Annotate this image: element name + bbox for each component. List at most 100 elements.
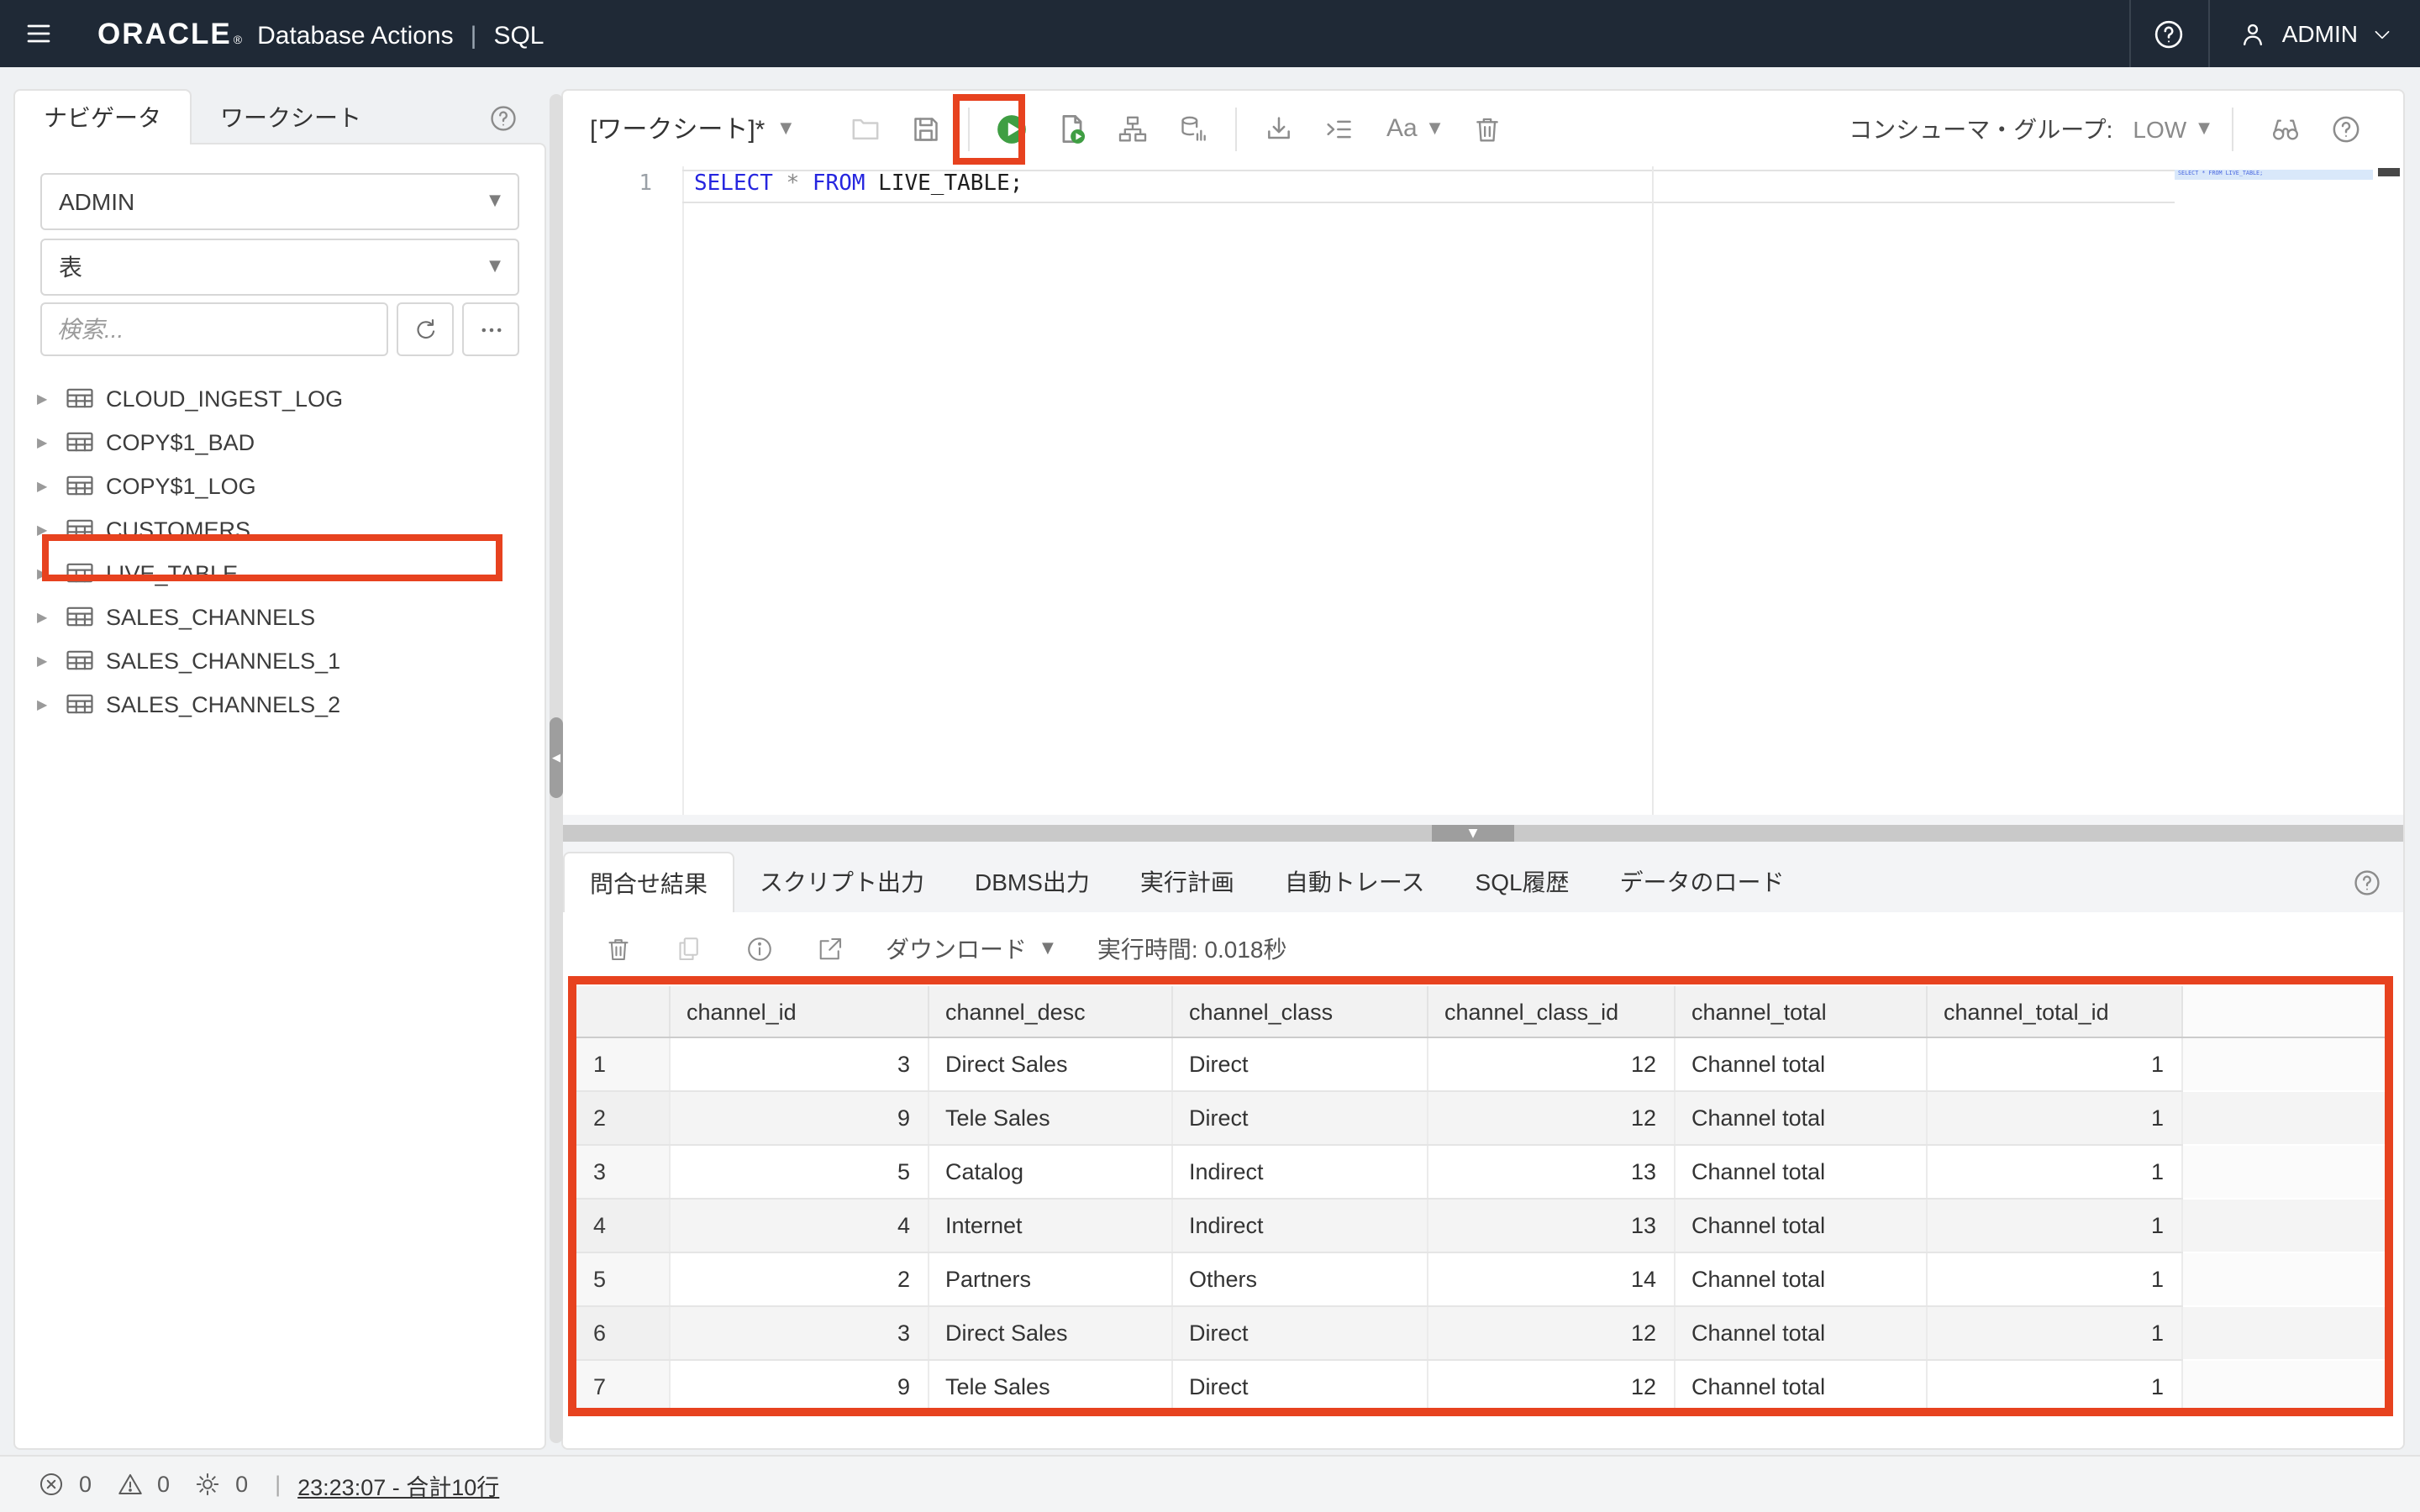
grid-row[interactable]: 6 3 Direct Sales Direct 12 Channel total… [576,1306,2385,1360]
cell-channel-class[interactable]: Indirect [1171,1145,1427,1199]
cell-channel-desc[interactable]: Tele Sales [928,1091,1171,1145]
cell-channel-class[interactable]: Direct [1171,1360,1427,1414]
cell-channel-total-id[interactable]: 1 [1926,1252,2181,1306]
cell-channel-class[interactable]: Direct [1171,1306,1427,1360]
refresh-button[interactable] [397,302,454,356]
sidebar-help-button[interactable] [487,102,2403,134]
cell-channel-desc[interactable]: Catalog [928,1145,1171,1199]
cell-channel-id[interactable]: 3 [669,1037,928,1091]
tab-data-load[interactable]: データのロード [1595,852,1810,912]
cell-channel-total-id[interactable]: 1 [1926,1306,2181,1360]
search-input[interactable] [40,302,388,356]
cell-channel-class[interactable]: Direct [1171,1091,1427,1145]
schema-select[interactable]: ADMIN ▼ [40,173,519,230]
cell-channel-class-id[interactable]: 13 [1427,1199,1674,1252]
tab-query-result[interactable]: 問合せ結果 [563,852,734,912]
column-header[interactable]: channel_total [1674,986,1926,1037]
cell-channel-desc[interactable]: Direct Sales [928,1306,1171,1360]
cell-channel-class-id[interactable]: 12 [1427,1037,1674,1091]
grid-row[interactable]: 5 2 Partners Others 14 Channel total 1 [576,1252,2385,1306]
column-header[interactable]: channel_desc [928,986,1171,1037]
topbar-help-button[interactable] [2131,0,2208,67]
cell-channel-class-id[interactable]: 12 [1427,1306,1674,1360]
cell-channel-desc[interactable]: Direct Sales [928,1037,1171,1091]
tree-item-live-table[interactable]: ▶ LIVE_TABLE [15,551,544,595]
cell-channel-id[interactable]: 3 [669,1306,928,1360]
tree-item-customers[interactable]: ▶ CUSTOMERS [15,507,544,551]
cell-channel-total-id[interactable]: 1 [1926,1037,2181,1091]
copy-results-button[interactable] [657,926,721,973]
tab-sql-history[interactable]: SQL履歴 [1450,852,1595,912]
history-link[interactable]: 23:23:07 - 合計10行 [297,1467,499,1501]
cell-channel-desc[interactable]: Partners [928,1252,1171,1306]
cell-channel-total-id[interactable]: 1 [1926,1199,2181,1252]
horizontal-splitter-handle[interactable]: ▼ [1432,825,1514,842]
cell-channel-total[interactable]: Channel total [1674,1091,1926,1145]
more-options-button[interactable] [462,302,519,356]
tree-item-cloud-ingest-log[interactable]: ▶ CLOUD_INGEST_LOG [15,376,544,420]
row-number-header[interactable] [576,986,669,1037]
tree-item-sales-channels-1[interactable]: ▶ SALES_CHANNELS_1 [15,638,544,682]
hamburger-menu-button[interactable] [0,0,77,67]
cell-channel-class-id[interactable]: 13 [1427,1145,1674,1199]
cell-channel-total[interactable]: Channel total [1674,1037,1926,1091]
tree-item-copy1-log[interactable]: ▶ COPY$1_LOG [15,464,544,507]
download-results-button[interactable]: ダウンロード ▼ [886,932,1054,966]
cell-channel-total[interactable]: Channel total [1674,1145,1926,1199]
cell-channel-id[interactable]: 9 [669,1091,928,1145]
cell-channel-desc[interactable]: Internet [928,1199,1171,1252]
tab-script-output[interactable]: スクリプト出力 [734,852,950,912]
cell-channel-class-id[interactable]: 12 [1427,1091,1674,1145]
tab-worksheet[interactable]: ワークシート [192,89,390,144]
tab-dbms-output[interactable]: DBMS出力 [950,852,1115,912]
results-help-button[interactable] [2351,867,2383,899]
tab-autotrace[interactable]: 自動トレース [1260,852,1450,912]
info-button[interactable] [728,926,792,973]
tab-explain-plan[interactable]: 実行計画 [1115,852,1260,912]
cell-channel-total[interactable]: Channel total [1674,1199,1926,1252]
cell-channel-total-id[interactable]: 1 [1926,1360,2181,1414]
open-in-new-window-button[interactable] [798,926,862,973]
cell-channel-id[interactable]: 5 [669,1145,928,1199]
cell-channel-total[interactable]: Channel total [1674,1360,1926,1414]
grid-row[interactable]: 4 4 Internet Indirect 13 Channel total 1 [576,1199,2385,1252]
tree-item-sales-channels[interactable]: ▶ SALES_CHANNELS [15,595,544,638]
horizontal-splitter[interactable]: ▼ [563,825,2403,842]
grid-row[interactable]: 1 3 Direct Sales Direct 12 Channel total… [576,1037,2385,1091]
cell-channel-id[interactable]: 4 [669,1199,928,1252]
cell-channel-id[interactable]: 2 [669,1252,928,1306]
cell-channel-class-id[interactable]: 14 [1427,1252,1674,1306]
tab-navigator[interactable]: ナビゲータ [13,89,192,144]
column-header[interactable]: channel_id [669,986,928,1037]
object-type-select[interactable]: 表 ▼ [40,239,519,296]
sql-editor[interactable]: 1 SELECT * FROM LIVE_TABLE; SELECT * FRO… [563,166,2403,815]
grid-row[interactable]: 2 9 Tele Sales Direct 12 Channel total 1 [576,1091,2385,1145]
cell-channel-class[interactable]: Others [1171,1252,1427,1306]
clear-results-button[interactable] [587,926,650,973]
cell-channel-id[interactable]: 9 [669,1360,928,1414]
cell-channel-total-id[interactable]: 1 [1926,1145,2181,1199]
grid-row[interactable]: 3 5 Catalog Indirect 13 Channel total 1 [576,1145,2385,1199]
tree-item-copy1-bad[interactable]: ▶ COPY$1_BAD [15,420,544,464]
tree-item-sales-channels-2[interactable]: ▶ SALES_CHANNELS_2 [15,682,544,726]
cell-channel-class[interactable]: Direct [1171,1037,1427,1091]
cell-channel-total-id[interactable]: 1 [1926,1091,2181,1145]
editor-minimap[interactable]: SELECT * FROM LIVE_TABLE; [2175,166,2373,815]
user-menu[interactable]: ADMIN [2210,0,2420,67]
column-header[interactable]: channel_total_id [1926,986,2181,1037]
user-name: ADMIN [2282,20,2358,47]
tree-item-label: SALES_CHANNELS_2 [106,691,340,717]
cell-channel-total[interactable]: Channel total [1674,1306,1926,1360]
editor-scrollbar-thumb[interactable] [2378,168,2400,176]
cell-channel-class[interactable]: Indirect [1171,1199,1427,1252]
cell-channel-total[interactable]: Channel total [1674,1252,1926,1306]
cell-channel-class-id[interactable]: 12 [1427,1360,1674,1414]
cell-channel-desc[interactable]: Tele Sales [928,1360,1171,1414]
column-header[interactable]: channel_class_id [1427,986,1674,1037]
product-name: Database Actions [257,21,454,50]
vertical-splitter-handle[interactable]: ◀ [550,717,563,798]
table-icon [66,605,94,628]
column-header[interactable]: channel_class [1171,986,1427,1037]
sql-code-line[interactable]: SELECT * FROM LIVE_TABLE; [694,171,1023,197]
grid-row[interactable]: 7 9 Tele Sales Direct 12 Channel total 1 [576,1360,2385,1414]
